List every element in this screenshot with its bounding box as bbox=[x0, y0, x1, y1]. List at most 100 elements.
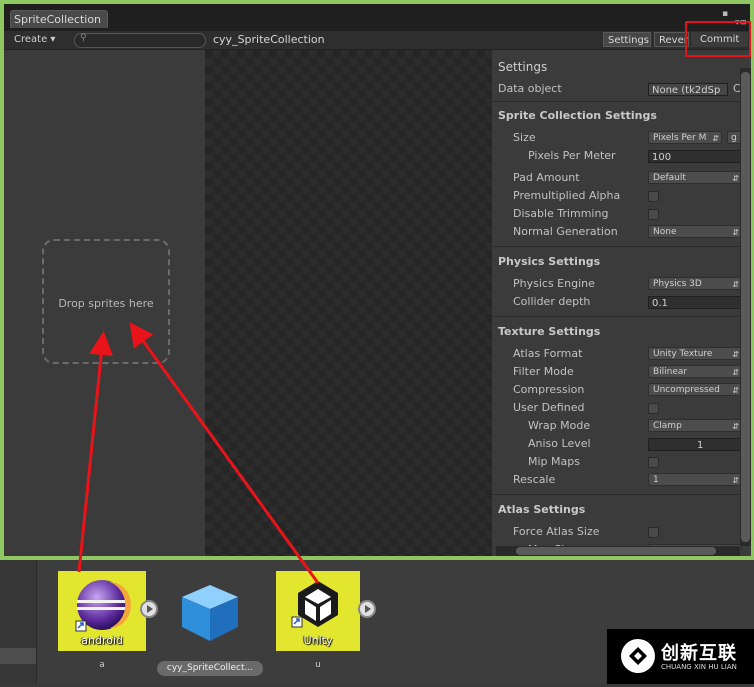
divider bbox=[492, 494, 742, 495]
aniso-level-label: Aniso Level bbox=[528, 437, 591, 450]
maximize-icon[interactable]: ▪ bbox=[722, 9, 728, 19]
asset-sprite-collection[interactable] bbox=[166, 571, 254, 651]
asset-name-android: android bbox=[81, 634, 123, 647]
filter-mode-label: Filter Mode bbox=[513, 365, 574, 378]
commit-highlight-box bbox=[685, 21, 751, 57]
force-atlas-size-label: Force Atlas Size bbox=[513, 525, 600, 538]
filter-mode-dropdown[interactable]: Bilinear ⇵ bbox=[648, 365, 742, 378]
cube-icon bbox=[182, 585, 238, 641]
data-object-field[interactable]: None (tk2dSp bbox=[648, 83, 728, 96]
aniso-level-field[interactable]: 1 bbox=[648, 438, 742, 451]
scrollbar-thumb[interactable] bbox=[516, 547, 716, 555]
rescale-dropdown[interactable]: 1 ⇵ bbox=[648, 473, 742, 486]
vertical-scrollbar[interactable] bbox=[740, 68, 751, 546]
collider-depth-label: Collider depth bbox=[513, 295, 591, 308]
chevron-updown-icon: ⇵ bbox=[732, 368, 739, 377]
texture-settings-title: Texture Settings bbox=[498, 325, 601, 338]
chevron-updown-icon: ⇵ bbox=[732, 476, 739, 485]
rescale-label: Rescale bbox=[513, 473, 556, 486]
chevron-updown-icon: ⇵ bbox=[732, 386, 739, 395]
project-sidebar bbox=[0, 560, 37, 684]
create-dropdown[interactable]: Create ▾ bbox=[14, 33, 55, 47]
premultiplied-alpha-label: Premultiplied Alpha bbox=[513, 189, 621, 202]
title-bar: SpriteCollection ▪ ▾≡ bbox=[4, 4, 750, 31]
pad-amount-value: Default bbox=[653, 173, 686, 183]
settings-panel: Settings Data object None (tk2dSp C Spri… bbox=[491, 50, 751, 556]
normal-generation-dropdown[interactable]: None ⇵ bbox=[648, 225, 742, 238]
ppm-label: Pixels Per Meter bbox=[528, 149, 616, 162]
normal-generation-label: Normal Generation bbox=[513, 225, 618, 238]
sprite-collection-settings-title: Sprite Collection Settings bbox=[498, 109, 657, 122]
expand-arrow-icon[interactable] bbox=[140, 600, 158, 618]
size-value: Pixels Per M bbox=[653, 133, 707, 143]
asset-caption-sprite-collection[interactable]: cyy_SpriteCollect... bbox=[157, 661, 263, 676]
toolbar: Create ▾ ⚲ cyy_SpriteCollection Settings… bbox=[4, 31, 750, 50]
force-atlas-size-checkbox[interactable] bbox=[648, 527, 659, 538]
ppm-field[interactable]: 100 bbox=[648, 150, 742, 163]
rescale-value: 1 bbox=[653, 475, 659, 485]
compression-label: Compression bbox=[513, 383, 585, 396]
watermark-logo: 创新互联 CHUANG XIN HU LIAN bbox=[607, 629, 754, 684]
compression-dropdown[interactable]: Uncompressed ⇵ bbox=[648, 383, 742, 396]
search-icon: ⚲ bbox=[80, 33, 87, 43]
asset-unity[interactable]: Unity bbox=[276, 571, 360, 651]
mip-maps-checkbox[interactable] bbox=[648, 457, 659, 468]
sprite-list-pane: Drop sprites here bbox=[4, 50, 205, 556]
settings-header: Settings bbox=[498, 60, 548, 74]
collider-depth-field[interactable]: 0.1 bbox=[648, 296, 742, 309]
user-defined-checkbox[interactable] bbox=[648, 403, 659, 414]
physics-engine-label: Physics Engine bbox=[513, 277, 595, 290]
chevron-updown-icon: ⇵ bbox=[732, 422, 739, 431]
divider bbox=[492, 101, 742, 102]
wrap-mode-value: Clamp bbox=[653, 421, 682, 431]
size-dropdown[interactable]: Pixels Per M ⇵ bbox=[648, 131, 722, 144]
pad-amount-label: Pad Amount bbox=[513, 171, 580, 184]
chevron-updown-icon: ⇵ bbox=[732, 174, 739, 183]
physics-settings-title: Physics Settings bbox=[498, 255, 601, 268]
revert-button[interactable]: Revert bbox=[654, 32, 689, 47]
drop-zone[interactable]: Drop sprites here bbox=[42, 239, 170, 364]
filter-mode-value: Bilinear bbox=[653, 367, 688, 377]
mip-maps-label: Mip Maps bbox=[528, 455, 580, 468]
asset-android[interactable]: android bbox=[58, 571, 146, 651]
asset-caption-unity: u bbox=[315, 660, 321, 670]
physics-engine-dropdown[interactable]: Physics 3D ⇵ bbox=[648, 277, 742, 290]
collection-name: cyy_SpriteCollection bbox=[213, 33, 325, 46]
expand-arrow-icon[interactable] bbox=[358, 600, 376, 618]
horizontal-scrollbar[interactable] bbox=[496, 546, 740, 556]
asset-caption-android: a bbox=[99, 660, 105, 670]
data-object-label: Data object bbox=[498, 82, 562, 95]
search-input[interactable]: ⚲ bbox=[74, 33, 206, 48]
scrollbar-thumb[interactable] bbox=[741, 72, 750, 542]
chevron-updown-icon: ⇵ bbox=[712, 134, 719, 143]
chevron-updown-icon: ⇵ bbox=[732, 350, 739, 359]
disable-trimming-label: Disable Trimming bbox=[513, 207, 609, 220]
wrap-mode-label: Wrap Mode bbox=[528, 419, 591, 432]
sprite-collection-window: SpriteCollection ▪ ▾≡ Create ▾ ⚲ cyy_Spr… bbox=[0, 0, 754, 560]
texture-preview bbox=[205, 50, 491, 556]
sidebar-selected-item[interactable] bbox=[0, 648, 36, 664]
size-label: Size bbox=[513, 131, 536, 144]
divider bbox=[492, 246, 742, 247]
tab-sprite-collection[interactable]: SpriteCollection bbox=[10, 10, 108, 28]
atlas-settings-title: Atlas Settings bbox=[498, 503, 586, 516]
pad-amount-dropdown[interactable]: Default ⇵ bbox=[648, 171, 742, 184]
drop-zone-label: Drop sprites here bbox=[58, 297, 154, 310]
chevron-updown-icon: ⇵ bbox=[732, 280, 739, 289]
premultiplied-alpha-checkbox[interactable] bbox=[648, 191, 659, 202]
asset-name-unity: Unity bbox=[303, 634, 333, 647]
atlas-format-label: Atlas Format bbox=[513, 347, 583, 360]
compression-value: Uncompressed bbox=[653, 385, 720, 395]
atlas-format-value: Unity Texture bbox=[653, 349, 713, 359]
disable-trimming-checkbox[interactable] bbox=[648, 209, 659, 220]
physics-engine-value: Physics 3D bbox=[653, 279, 702, 289]
settings-button[interactable]: Settings bbox=[603, 32, 651, 47]
atlas-format-dropdown[interactable]: Unity Texture ⇵ bbox=[648, 347, 742, 360]
chevron-updown-icon: ⇵ bbox=[732, 228, 739, 237]
normal-generation-value: None bbox=[653, 227, 677, 237]
brand-pinyin: CHUANG XIN HU LIAN bbox=[661, 663, 737, 671]
brand-name: 创新互联 bbox=[661, 643, 737, 664]
divider bbox=[492, 316, 742, 317]
user-defined-label: User Defined bbox=[513, 401, 585, 414]
wrap-mode-dropdown[interactable]: Clamp ⇵ bbox=[648, 419, 742, 432]
